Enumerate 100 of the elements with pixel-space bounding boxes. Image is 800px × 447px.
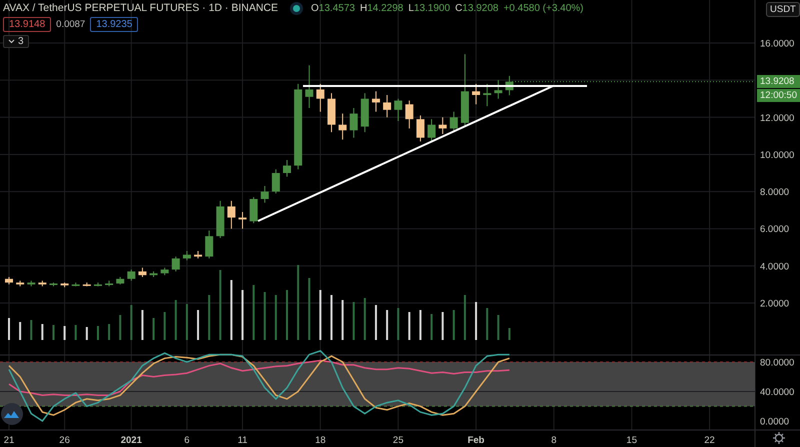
price-axis-label: 10.0000 [760, 150, 794, 161]
price-axis-label: 6.0000 [760, 224, 790, 236]
volume-bar [130, 305, 132, 340]
volume-bar [86, 327, 88, 340]
time-axis-label: 8 [551, 435, 557, 446]
price-axis-label: 12.0000 [760, 112, 794, 124]
logo-icon[interactable] [1, 403, 23, 425]
volume-bar [430, 314, 433, 340]
candle [494, 80, 502, 100]
volume-bar [397, 308, 400, 340]
candle [327, 92, 336, 133]
candle [49, 282, 58, 287]
volume-bar [308, 278, 310, 340]
time-axis-label: 26 [59, 435, 70, 446]
candle [260, 186, 269, 204]
volume-bar [30, 320, 32, 340]
price-axis-label: 2.0000 [760, 298, 790, 310]
volume-bar [141, 310, 144, 340]
oscillator-axis-label: 80.0000 [760, 358, 794, 368]
last-price-label: 13.9208 [757, 74, 800, 88]
candle [16, 280, 24, 287]
candle [372, 90, 380, 112]
time-axis-label: 15 [626, 435, 637, 446]
volume-bar [364, 298, 366, 340]
volume-bar [419, 310, 422, 340]
time-axis-label: 21 [4, 435, 14, 446]
ohlc-value: H14.2298 [360, 2, 404, 14]
oscillator-axis-label: 0.0000 [760, 416, 790, 428]
buy-price-button[interactable]: 13.9235 [90, 17, 138, 32]
volume-bar [274, 295, 277, 340]
volume-bar [174, 300, 177, 340]
volume-bar [197, 310, 200, 340]
volume-bar [41, 324, 44, 340]
volume-bar [119, 315, 122, 340]
price-change: +0.4580 (+3.40%) [503, 2, 584, 14]
volume-bar [186, 304, 188, 340]
candle [238, 212, 247, 230]
time-axis-label: 25 [392, 435, 404, 446]
candle [305, 64, 314, 109]
candle [416, 114, 424, 142]
ohlc-value: L13.1900 [408, 2, 450, 14]
candle [72, 282, 80, 287]
volume-bar [442, 312, 444, 340]
candle [283, 160, 291, 178]
time-axis-label: 2021 [120, 435, 142, 446]
volume-bar [374, 305, 377, 340]
candle [360, 92, 369, 133]
candle [105, 280, 114, 287]
volume-bar [230, 280, 232, 340]
status-dot-icon [293, 4, 300, 12]
candle [182, 250, 191, 261]
chevron-icon [8, 39, 15, 44]
countdown-label: 12:00:50 [757, 88, 800, 102]
currency-button[interactable]: USDT [766, 2, 800, 17]
candle [160, 267, 169, 276]
volume-bar [342, 300, 344, 340]
volume-bar [108, 324, 110, 340]
ohlc-value: O13.4573 [311, 2, 355, 14]
time-axis-label: 22 [704, 435, 715, 446]
settings-icon[interactable] [772, 431, 786, 445]
candle [150, 270, 158, 278]
candle [116, 276, 124, 285]
candle [205, 230, 214, 259]
candle [272, 168, 280, 194]
volume-bar [464, 295, 466, 340]
volume-bar [508, 328, 510, 340]
candle [227, 200, 236, 230]
sell-price-button[interactable]: 13.9148 [3, 17, 52, 32]
symbol-title[interactable]: AVAX / TetherUS PERPETUAL FUTURES · 1D · BINANCE [3, 2, 278, 14]
ohlc-value: C13.9208 [455, 2, 498, 14]
candle [383, 94, 392, 118]
candle [5, 276, 13, 285]
indicators-toggle[interactable]: 3 [3, 35, 29, 48]
volume-bar [52, 325, 54, 340]
candle [450, 111, 458, 133]
volume-bar [164, 312, 166, 340]
price-axis-label: 4.0000 [760, 261, 790, 272]
volume-bar [208, 295, 210, 340]
volume-bar [475, 302, 478, 340]
volume-bar [152, 318, 155, 340]
volume-bar [74, 325, 77, 340]
volume-bar [242, 290, 244, 340]
candle [250, 196, 258, 224]
candle [194, 250, 202, 259]
volume-bar [252, 285, 255, 340]
spread-value: 0.0087 [56, 19, 86, 30]
volume-bar [330, 295, 332, 340]
candle [405, 100, 414, 129]
price-axis-label: 8.0000 [760, 187, 790, 198]
candle [27, 280, 36, 287]
volume-bar [19, 322, 22, 340]
price-axis-label: 16.0000 [760, 38, 794, 50]
candle [94, 282, 102, 287]
candle [438, 116, 447, 135]
candle [172, 256, 180, 272]
candle [472, 83, 480, 105]
volume-bar [352, 302, 355, 340]
candle [338, 113, 347, 140]
candle [394, 98, 402, 122]
support-trendline[interactable] [258, 85, 554, 222]
